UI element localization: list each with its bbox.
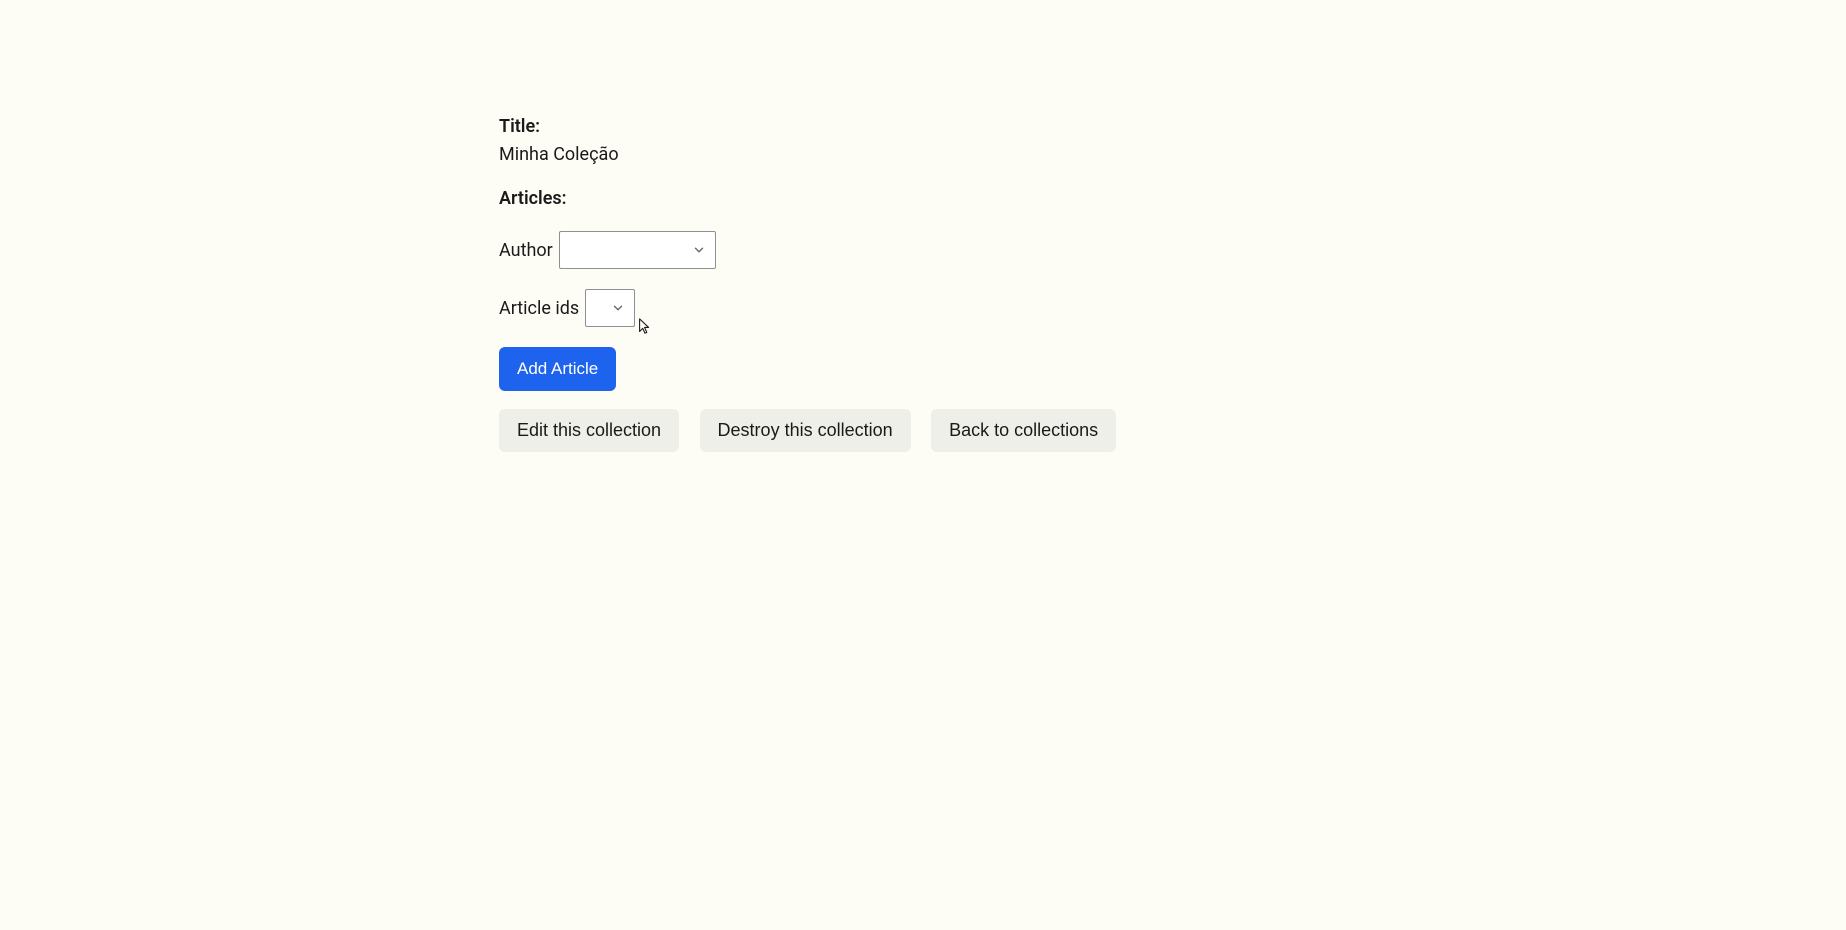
collection-detail: Title: Minha Coleção Articles: Author Ar… — [499, 114, 1399, 452]
article-ids-label: Article ids — [499, 298, 579, 319]
destroy-collection-button[interactable]: Destroy this collection — [700, 409, 911, 452]
articles-field: Articles: — [499, 186, 1399, 211]
back-to-collections-button[interactable]: Back to collections — [931, 409, 1116, 452]
title-value: Minha Coleção — [499, 141, 1399, 168]
add-article-button[interactable]: Add Article — [499, 347, 616, 391]
author-select-wrap — [559, 231, 716, 269]
title-field: Title: Minha Coleção — [499, 114, 1399, 168]
edit-collection-button[interactable]: Edit this collection — [499, 409, 679, 452]
article-ids-select[interactable] — [585, 289, 635, 327]
articles-label: Articles: — [499, 186, 1399, 211]
add-article-row: Add Article — [499, 347, 1399, 391]
author-label: Author — [499, 240, 553, 261]
title-label: Title: — [499, 114, 1399, 139]
article-ids-row: Article ids — [499, 289, 1399, 327]
article-ids-select-wrap — [585, 289, 635, 327]
action-row: Edit this collection Destroy this collec… — [499, 409, 1399, 452]
author-row: Author — [499, 231, 1399, 269]
author-select[interactable] — [559, 231, 716, 269]
